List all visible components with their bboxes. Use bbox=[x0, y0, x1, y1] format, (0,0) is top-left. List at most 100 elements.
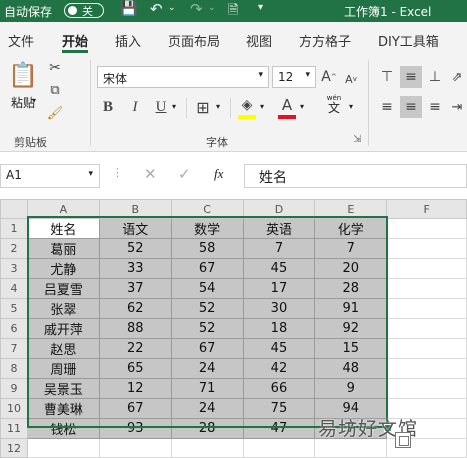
cell[interactable]: 化学 bbox=[314, 218, 388, 239]
tab-page-layout[interactable]: 页面布局 bbox=[168, 31, 220, 50]
row-header[interactable]: 4 bbox=[0, 278, 28, 299]
cell[interactable]: 数学 bbox=[170, 218, 244, 239]
cell[interactable]: 67 bbox=[170, 258, 244, 279]
cell[interactable] bbox=[386, 258, 467, 279]
fill-color-icon[interactable]: ◈ bbox=[236, 94, 258, 116]
cell[interactable]: 15 bbox=[314, 338, 388, 359]
cell[interactable]: 30 bbox=[242, 298, 316, 319]
cell[interactable] bbox=[242, 438, 316, 458]
cell[interactable]: 尤静 bbox=[26, 258, 100, 279]
borders-icon[interactable]: ⊞ bbox=[192, 96, 214, 118]
format-painter-icon[interactable]: 🖌 bbox=[46, 104, 64, 122]
cell[interactable]: 吴景玉 bbox=[26, 378, 100, 399]
font-name-select[interactable]: 宋体 ▾ bbox=[97, 66, 269, 88]
font-dialog-launcher-icon[interactable]: ⇲ bbox=[353, 134, 361, 145]
cell[interactable]: 52 bbox=[170, 298, 244, 319]
column-header[interactable]: F bbox=[386, 199, 467, 219]
phonetic-dropdown-icon[interactable]: ▾ bbox=[349, 102, 353, 111]
cell[interactable]: 7 bbox=[314, 238, 388, 259]
cell[interactable]: 语文 bbox=[98, 218, 172, 239]
cell[interactable]: 姓名 bbox=[26, 218, 100, 239]
tab-file[interactable]: 文件 bbox=[8, 31, 34, 50]
cell[interactable]: 28 bbox=[314, 278, 388, 299]
italic-button[interactable]: I bbox=[124, 96, 146, 118]
column-header[interactable]: B bbox=[98, 199, 172, 219]
cell[interactable]: 赵思 bbox=[26, 338, 100, 359]
cell[interactable]: 17 bbox=[242, 278, 316, 299]
copy-icon[interactable]: ⧉ bbox=[46, 81, 64, 99]
name-box[interactable]: A1 ▾ bbox=[0, 164, 100, 188]
cell[interactable]: 张翠 bbox=[26, 298, 100, 319]
row-header[interactable]: 1 bbox=[0, 218, 28, 239]
cell[interactable]: 88 bbox=[98, 318, 172, 339]
cell[interactable]: 58 bbox=[170, 238, 244, 259]
row-header[interactable]: 2 bbox=[0, 238, 28, 259]
cut-icon[interactable]: ✂ bbox=[46, 59, 64, 77]
undo-icon[interactable]: ↶ bbox=[150, 0, 163, 18]
cell[interactable]: 52 bbox=[98, 238, 172, 259]
cell[interactable]: 7 bbox=[242, 238, 316, 259]
cell[interactable]: 9 bbox=[314, 378, 388, 399]
align-top-icon[interactable]: ⊤ bbox=[376, 66, 398, 88]
cell[interactable] bbox=[386, 238, 467, 259]
align-left-icon[interactable]: ≡ bbox=[376, 96, 398, 118]
cell[interactable]: 45 bbox=[242, 258, 316, 279]
font-color-icon[interactable]: A bbox=[276, 94, 298, 116]
cell[interactable] bbox=[26, 438, 100, 458]
cell[interactable]: 20 bbox=[314, 258, 388, 279]
cell[interactable]: 33 bbox=[98, 258, 172, 279]
cell[interactable]: 22 bbox=[98, 338, 172, 359]
cell[interactable]: 91 bbox=[314, 298, 388, 319]
row-header[interactable]: 12 bbox=[0, 438, 28, 458]
cell[interactable]: 67 bbox=[170, 338, 244, 359]
borders-dropdown-icon[interactable]: ▾ bbox=[216, 102, 220, 111]
cell[interactable]: 48 bbox=[314, 358, 388, 379]
column-header[interactable]: A bbox=[26, 199, 100, 219]
cell[interactable]: 戚开萍 bbox=[26, 318, 100, 339]
cell[interactable]: 24 bbox=[170, 398, 244, 419]
cell[interactable]: 18 bbox=[242, 318, 316, 339]
tab-home[interactable]: 开始 bbox=[62, 31, 88, 50]
cell[interactable] bbox=[386, 338, 467, 359]
cell[interactable]: 葛丽 bbox=[26, 238, 100, 259]
row-header[interactable]: 11 bbox=[0, 418, 28, 439]
select-all-corner[interactable] bbox=[0, 199, 28, 219]
cell[interactable]: 37 bbox=[98, 278, 172, 299]
cell[interactable]: 24 bbox=[170, 358, 244, 379]
quick-analysis-icon[interactable] bbox=[395, 432, 411, 448]
tab-fangfang[interactable]: 方方格子 bbox=[299, 31, 351, 50]
cell[interactable] bbox=[314, 438, 388, 458]
cell[interactable]: 吕夏雪 bbox=[26, 278, 100, 299]
row-header[interactable]: 7 bbox=[0, 338, 28, 359]
underline-dropdown-icon[interactable]: ▾ bbox=[172, 102, 176, 111]
autosave-toggle[interactable]: 关 bbox=[64, 3, 104, 18]
column-header[interactable]: E bbox=[314, 199, 388, 219]
tab-view[interactable]: 视图 bbox=[246, 31, 272, 50]
cell[interactable]: 67 bbox=[98, 398, 172, 419]
align-middle-icon[interactable]: ≡ bbox=[400, 66, 422, 88]
cell[interactable]: 52 bbox=[170, 318, 244, 339]
customize-qat-icon[interactable]: ▾ bbox=[258, 2, 263, 13]
align-center-icon[interactable]: ≡ bbox=[400, 96, 422, 118]
row-header[interactable]: 9 bbox=[0, 378, 28, 399]
cell[interactable]: 75 bbox=[242, 398, 316, 419]
row-header[interactable]: 5 bbox=[0, 298, 28, 319]
grow-font-button[interactable]: A ^ bbox=[320, 66, 338, 88]
tab-diy-toolbox[interactable]: DIY工具箱 bbox=[378, 31, 439, 50]
insert-function-icon[interactable]: fx bbox=[214, 166, 223, 182]
row-header[interactable]: 3 bbox=[0, 258, 28, 279]
font-size-select[interactable]: 12 ▾ bbox=[272, 66, 316, 88]
cell[interactable]: 曹美琳 bbox=[26, 398, 100, 419]
indent-icon[interactable]: ⇥ bbox=[448, 96, 466, 118]
cell[interactable] bbox=[386, 278, 467, 299]
cell[interactable] bbox=[386, 218, 467, 239]
paste-icon[interactable]: 📋 bbox=[8, 60, 38, 90]
font-color-dropdown-icon[interactable]: ▾ bbox=[300, 102, 304, 111]
paste-dropdown-icon[interactable]: ▾ bbox=[32, 96, 36, 105]
cell[interactable]: 42 bbox=[242, 358, 316, 379]
undo-dropdown-icon[interactable]: ⌄ bbox=[168, 3, 176, 13]
bold-button[interactable]: B bbox=[97, 96, 119, 118]
row-header[interactable]: 6 bbox=[0, 318, 28, 339]
shrink-font-button[interactable]: Av bbox=[342, 68, 360, 90]
save-icon[interactable]: 💾 bbox=[120, 1, 137, 17]
